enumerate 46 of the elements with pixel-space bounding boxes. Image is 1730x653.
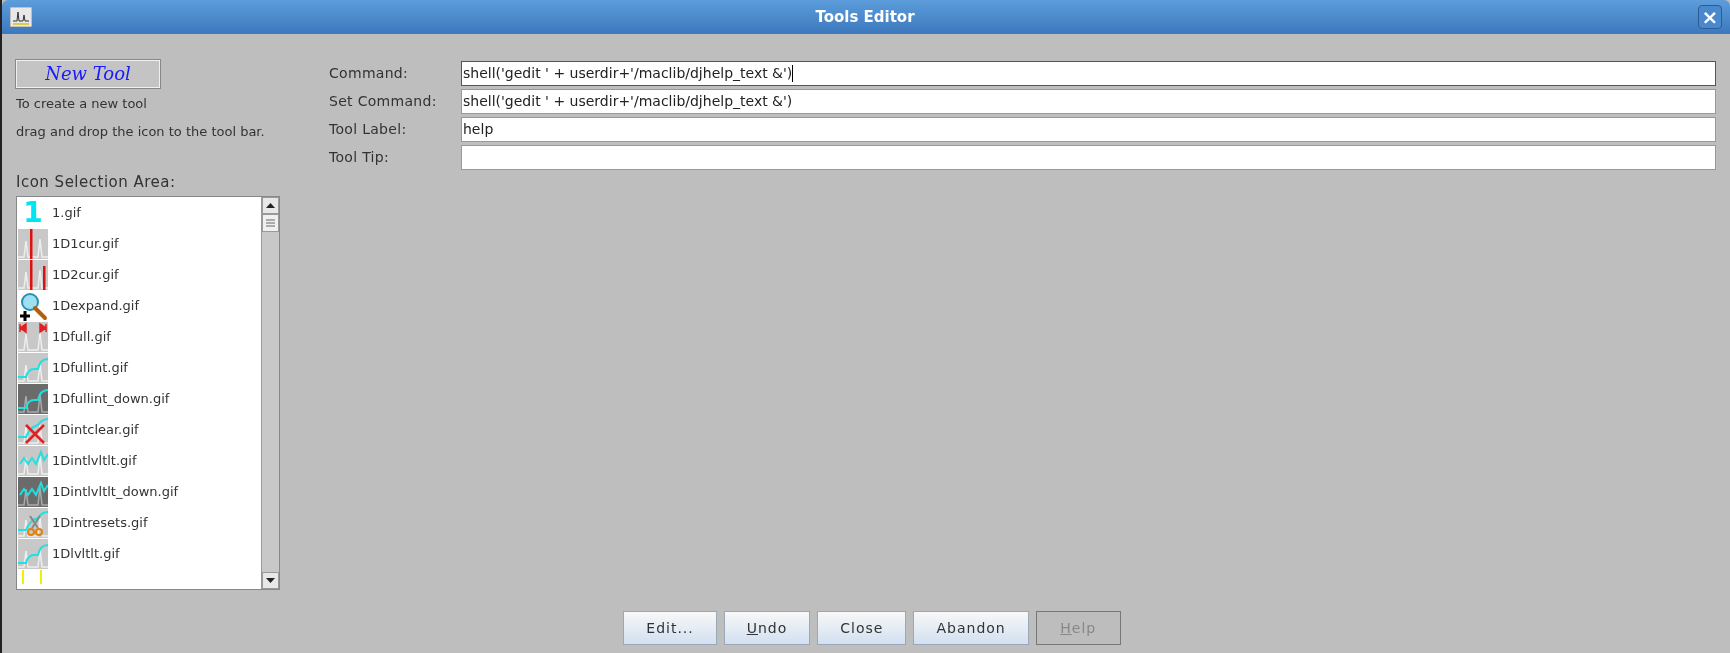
scroll-down-icon[interactable]: [262, 571, 279, 589]
expand-icon: [18, 322, 48, 352]
scroll-thumb-icon[interactable]: [262, 213, 279, 232]
number-icon: 1: [18, 198, 48, 228]
instruction-text: To create a new tool: [16, 95, 148, 113]
integral-icon: [18, 353, 48, 383]
icon-list-item[interactable]: 1Dexpand.gif: [17, 290, 261, 322]
icon-list-item[interactable]: 1Dintclear.gif: [17, 414, 261, 446]
levels-icon: [18, 446, 48, 476]
dialog-button[interactable]: Close: [817, 611, 907, 645]
levels-icon: [18, 477, 48, 507]
dialog-button[interactable]: U ndo: [723, 611, 811, 645]
zoom-in-icon: [18, 291, 48, 321]
input-field[interactable]: shell('gedit ' + userdir+'/maclib/djhelp_text &'): [461, 60, 1716, 86]
icon-list-item[interactable]: 1Dfullint_down.gif: [17, 383, 261, 415]
icon-list-item[interactable]: 1Dintlvltlt_down.gif: [17, 476, 261, 508]
scroll-up-icon[interactable]: [262, 196, 279, 214]
app-icon: [10, 7, 32, 27]
icon-area-label: Icon Selection Area:: [16, 172, 177, 193]
clear-icon: [18, 415, 48, 445]
new-tool-button[interactable]: New Tool: [16, 60, 160, 88]
cursor-icon: [18, 260, 48, 290]
integral-icon: [18, 384, 48, 414]
scrollbar[interactable]: [261, 196, 279, 589]
input-field[interactable]: shell('gedit ' + userdir+'/maclib/djhelp_text &'): [461, 88, 1716, 114]
dialog-button[interactable]: Edit...: [623, 611, 717, 645]
dialog-button[interactable]: Abandon: [913, 611, 1029, 645]
field-label: Command:: [329, 63, 410, 83]
field-label: Set Command:: [329, 91, 438, 111]
integral-icon: [18, 539, 48, 569]
icon-list-item[interactable]: 1Dfull.gif: [17, 321, 261, 353]
window-title: Tools Editor: [814, 6, 916, 28]
icon-list-item[interactable]: 1 1.gif: [17, 197, 261, 229]
instruction-text: drag and drop the icon to the tool bar.: [16, 122, 266, 141]
icon-list-item[interactable]: 1Dlvltlt.gif: [17, 538, 261, 570]
icon-list-item[interactable]: 1D1cur.gif: [17, 228, 261, 260]
icon-list-item[interactable]: 1Dfullint.gif: [17, 352, 261, 384]
field-label: Tool Tip:: [329, 147, 390, 167]
input-field[interactable]: [461, 144, 1716, 170]
input-field[interactable]: help: [461, 116, 1716, 142]
icon-list-item[interactable]: 1Dintresets.gif: [17, 507, 261, 539]
icon-list-item[interactable]: 1D2cur.gif: [17, 259, 261, 291]
field-label: Tool Label:: [329, 119, 408, 139]
close-button[interactable]: ×: [1698, 5, 1722, 29]
icon-list-item[interactable]: 1Dintlvltlt.gif: [17, 445, 261, 477]
cursor-icon: [18, 229, 48, 259]
